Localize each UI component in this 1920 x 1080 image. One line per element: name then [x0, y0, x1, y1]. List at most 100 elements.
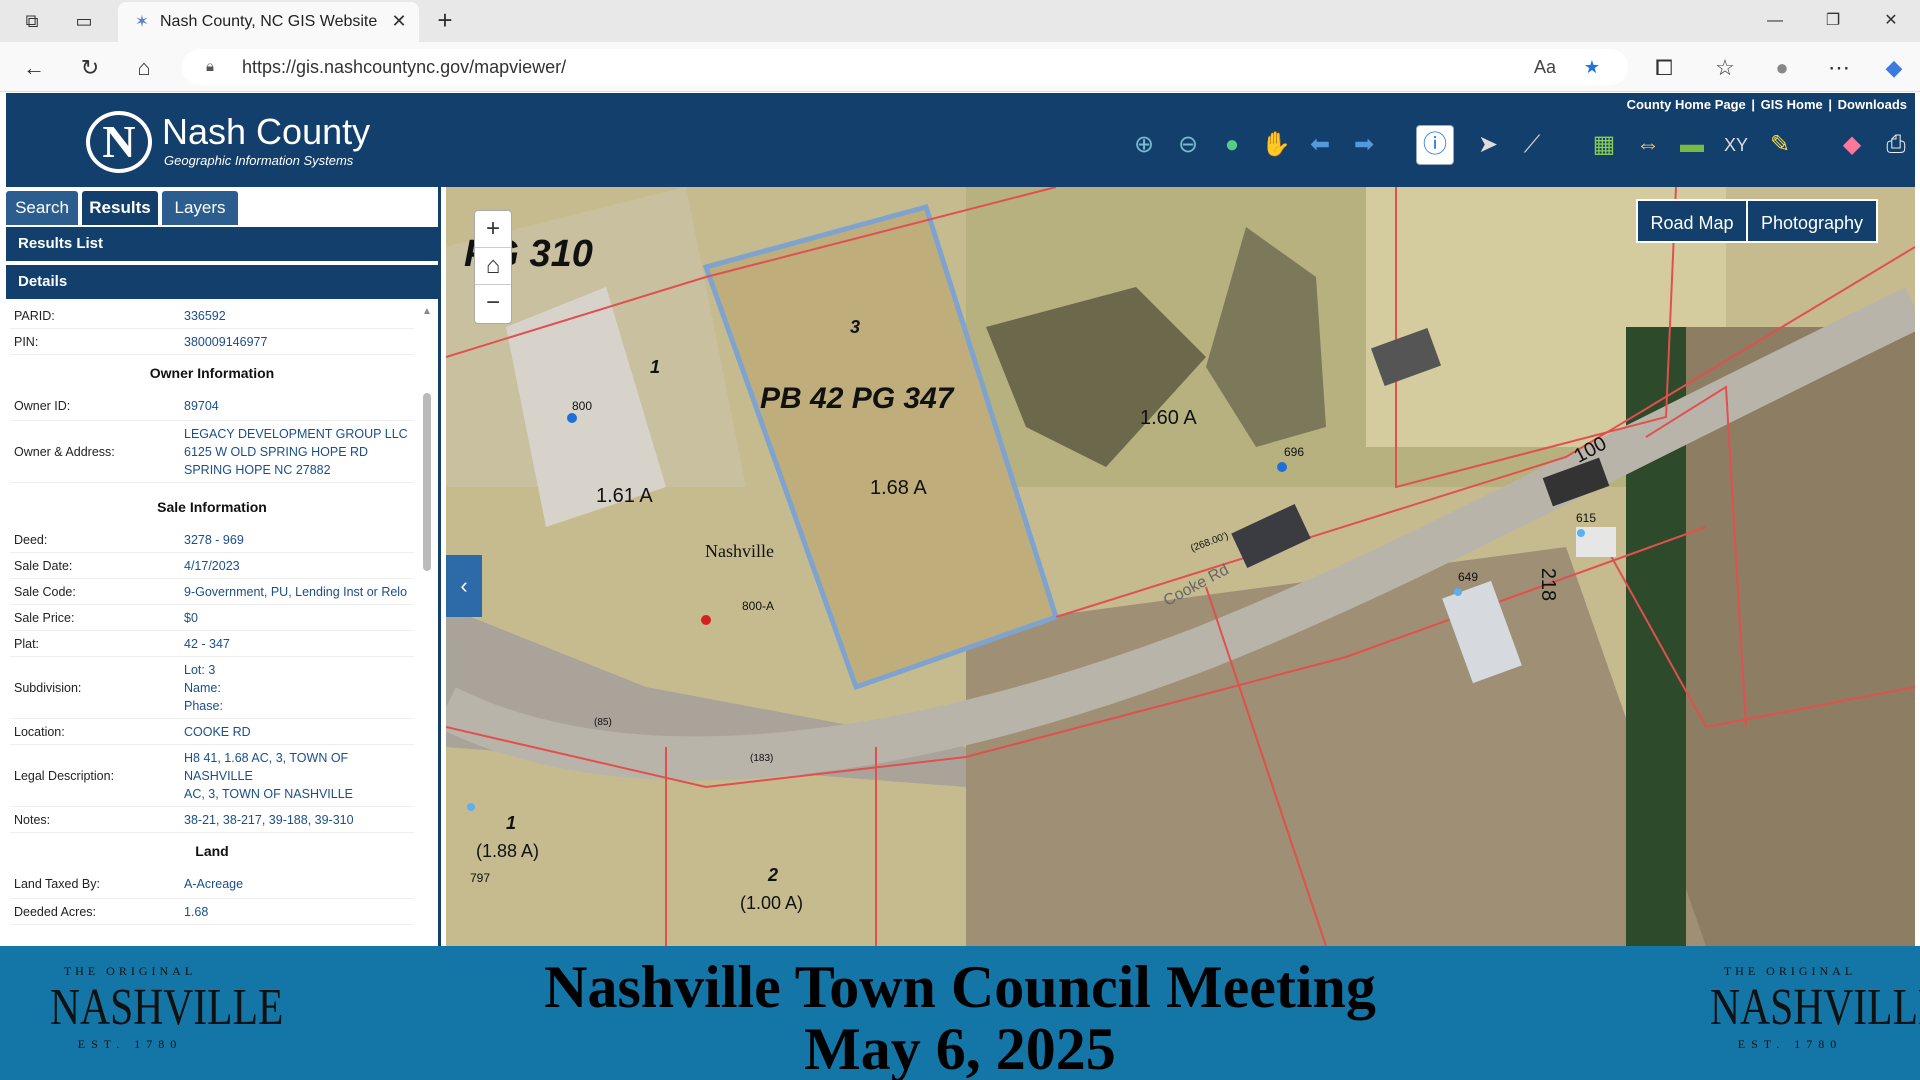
favorite-star-icon[interactable]: ★ — [1579, 55, 1605, 79]
owner-id-link[interactable]: 89704 — [184, 397, 219, 415]
info-icon[interactable]: ⓘ — [1417, 126, 1453, 164]
home-extent-icon[interactable]: ⌂ — [475, 248, 511, 285]
banner-title-line1: Nashville Town Council Meeting — [544, 954, 1376, 1020]
legal-line3: AC, 3, TOWN OF NASHVILLE — [184, 787, 354, 801]
gis-home-link[interactable]: GIS Home — [1761, 97, 1823, 112]
detail-row-location: Location: COOKE RD — [10, 719, 414, 745]
back-icon[interactable]: ← — [20, 54, 48, 82]
tab-actions-icon[interactable]: ▭ — [71, 9, 97, 33]
address-bar[interactable]: 🔒︎ https://gis.nashcountync.gov/mapviewe… — [182, 49, 1628, 85]
reload-icon[interactable]: ↻ — [76, 54, 104, 82]
zoom-in-icon[interactable]: ⊕ — [1126, 126, 1162, 164]
map-label-lot1b: 1 — [506, 813, 517, 833]
tab-search[interactable]: Search — [6, 191, 78, 225]
select-pointer-icon[interactable]: ➤ — [1470, 126, 1506, 164]
logo-n-icon: N — [86, 111, 152, 173]
banner-title: Nashville Town Council Meeting May 6, 20… — [420, 956, 1500, 1080]
globe-icon[interactable]: ● — [1214, 126, 1250, 164]
detail-row-owner-address: Owner & Address: LEGACY DEVELOPMENT GROU… — [10, 421, 414, 483]
site-favicon-icon: ✶ — [134, 12, 150, 31]
workspaces-icon[interactable]: ⧉ — [19, 9, 45, 33]
road-map-button[interactable]: Road Map — [1636, 199, 1748, 243]
print-icon[interactable]: ⎙ — [1878, 126, 1914, 164]
layer-icon[interactable]: ▬ — [1674, 126, 1710, 164]
tab-results[interactable]: Results — [82, 191, 158, 225]
land-taxed-value: A-Acreage — [184, 877, 244, 891]
pan-hand-icon[interactable]: ✋ — [1258, 126, 1294, 164]
panel-tabs: Search Results Layers — [6, 187, 441, 227]
measure-icon[interactable]: ⟋ — [1514, 126, 1550, 164]
pin-value: 380009146977 — [184, 335, 268, 349]
minimize-icon[interactable]: — — [1760, 8, 1790, 34]
home-icon[interactable]: ⌂ — [130, 54, 158, 82]
detail-row-plat: Plat: 42 - 347 — [10, 631, 414, 657]
detail-row-sale-price: Sale Price: $0 — [10, 605, 414, 631]
detail-row-land-taxed: Land Taxed By: A-Acreage — [10, 869, 414, 899]
location-label: Location: — [14, 725, 65, 739]
deeded-acres-value: 1.68 — [184, 905, 209, 919]
zoom-minus-icon[interactable]: − — [475, 285, 511, 322]
details-header[interactable]: Details — [6, 265, 441, 299]
close-tab-icon[interactable]: ✕ — [389, 10, 409, 32]
subdivision-lot: Lot: 3 — [184, 663, 216, 677]
gis-header: N Nash County Geographic Information Sys… — [6, 93, 1915, 187]
map-view[interactable]: PG 310 PB 42 PG 347 3 1 1.68 A 1.61 A 1.… — [446, 187, 1915, 946]
logo-name: Nash County — [162, 111, 371, 152]
more-menu-icon[interactable]: ⋯ — [1825, 54, 1853, 82]
deed-link[interactable]: 3278 - 969 — [184, 531, 244, 549]
scroll-up-icon[interactable]: ▲ — [422, 307, 432, 317]
parid-link[interactable]: 336592 — [184, 307, 226, 325]
forward-arrow-icon[interactable]: ➡ — [1346, 126, 1382, 164]
results-list-header[interactable]: Results List — [6, 227, 441, 261]
scroll-thumb[interactable] — [423, 393, 431, 571]
map-label-lot2: 2 — [768, 865, 779, 885]
zoom-out-icon[interactable]: ⊖ — [1170, 126, 1206, 164]
pencil-icon[interactable]: ✎ — [1762, 126, 1798, 164]
url-text[interactable]: https://gis.nashcountync.gov/mapviewer/ — [242, 57, 566, 78]
details-scrollbar[interactable]: ▲ — [422, 307, 432, 946]
logo-left-est: EST. 1780 — [77, 1037, 183, 1051]
new-tab-icon[interactable]: + — [431, 6, 459, 34]
detail-row-subdivision: Subdivision: Lot: 3 Name: Phase: — [10, 657, 414, 719]
copilot-icon[interactable]: ◆ — [1880, 54, 1908, 82]
county-home-link[interactable]: County Home Page — [1627, 97, 1746, 112]
results-panel: Search Results Layers Results List Detai… — [6, 187, 441, 946]
profile-avatar-icon[interactable]: ● — [1768, 54, 1796, 82]
sale-date-label: Sale Date: — [14, 559, 73, 573]
distance-icon[interactable]: ⇔ — [1630, 126, 1666, 164]
plat-link[interactable]: 42 - 347 — [184, 635, 230, 653]
xy-icon[interactable]: XY — [1718, 126, 1754, 164]
map-icon[interactable]: ▦ — [1586, 126, 1622, 164]
photography-button[interactable]: Photography — [1746, 199, 1878, 243]
eraser-icon[interactable]: ◆ — [1834, 126, 1870, 164]
close-window-icon[interactable]: ✕ — [1876, 8, 1906, 34]
nash-county-logo[interactable]: N Nash County Geographic Information Sys… — [86, 111, 382, 173]
legal-line2: NASHVILLE — [184, 769, 253, 783]
map-label-183: (183) — [750, 753, 774, 764]
aerial-map-image — [446, 187, 1915, 946]
logo-right-top: THE ORIGINAL — [1723, 964, 1857, 978]
sale-date-value: 4/17/2023 — [184, 559, 240, 573]
zoom-plus-icon[interactable]: + — [475, 211, 511, 248]
tab-layers[interactable]: Layers — [162, 191, 238, 225]
sale-price-value: $0 — [184, 611, 198, 625]
read-aloud-icon[interactable]: Aa — [1532, 55, 1558, 79]
map-label-85: (85) — [594, 717, 612, 728]
subdivision-phase: Phase: — [184, 699, 223, 713]
downloads-link[interactable]: Downloads — [1838, 97, 1907, 112]
sale-price-label: Sale Price: — [14, 611, 75, 625]
map-label-addr-649: 649 — [1458, 570, 1479, 584]
lock-icon[interactable]: 🔒︎ — [200, 56, 220, 78]
browser-tab[interactable]: ✶ Nash County, NC GIS Website ✕ — [118, 2, 419, 42]
browser-tab-strip: ⧉ ▭ ✶ Nash County, NC GIS Website ✕ + — … — [0, 0, 1920, 42]
favorites-icon[interactable]: ☆ — [1711, 54, 1739, 82]
detail-row-owner-id: Owner ID: 89704 — [10, 389, 414, 421]
restore-icon[interactable]: ❐ — [1818, 8, 1848, 34]
deed-label: Deed: — [14, 533, 48, 547]
extensions-icon[interactable]: ⧠ — [1650, 54, 1678, 82]
pin-label: PIN: — [14, 335, 39, 349]
sale-code-label: Sale Code: — [14, 585, 76, 599]
back-arrow-icon[interactable]: ⬅ — [1302, 126, 1338, 164]
logo-subtitle: Geographic Information Systems — [164, 153, 354, 168]
collapse-panel-icon[interactable]: ‹ — [446, 555, 482, 617]
